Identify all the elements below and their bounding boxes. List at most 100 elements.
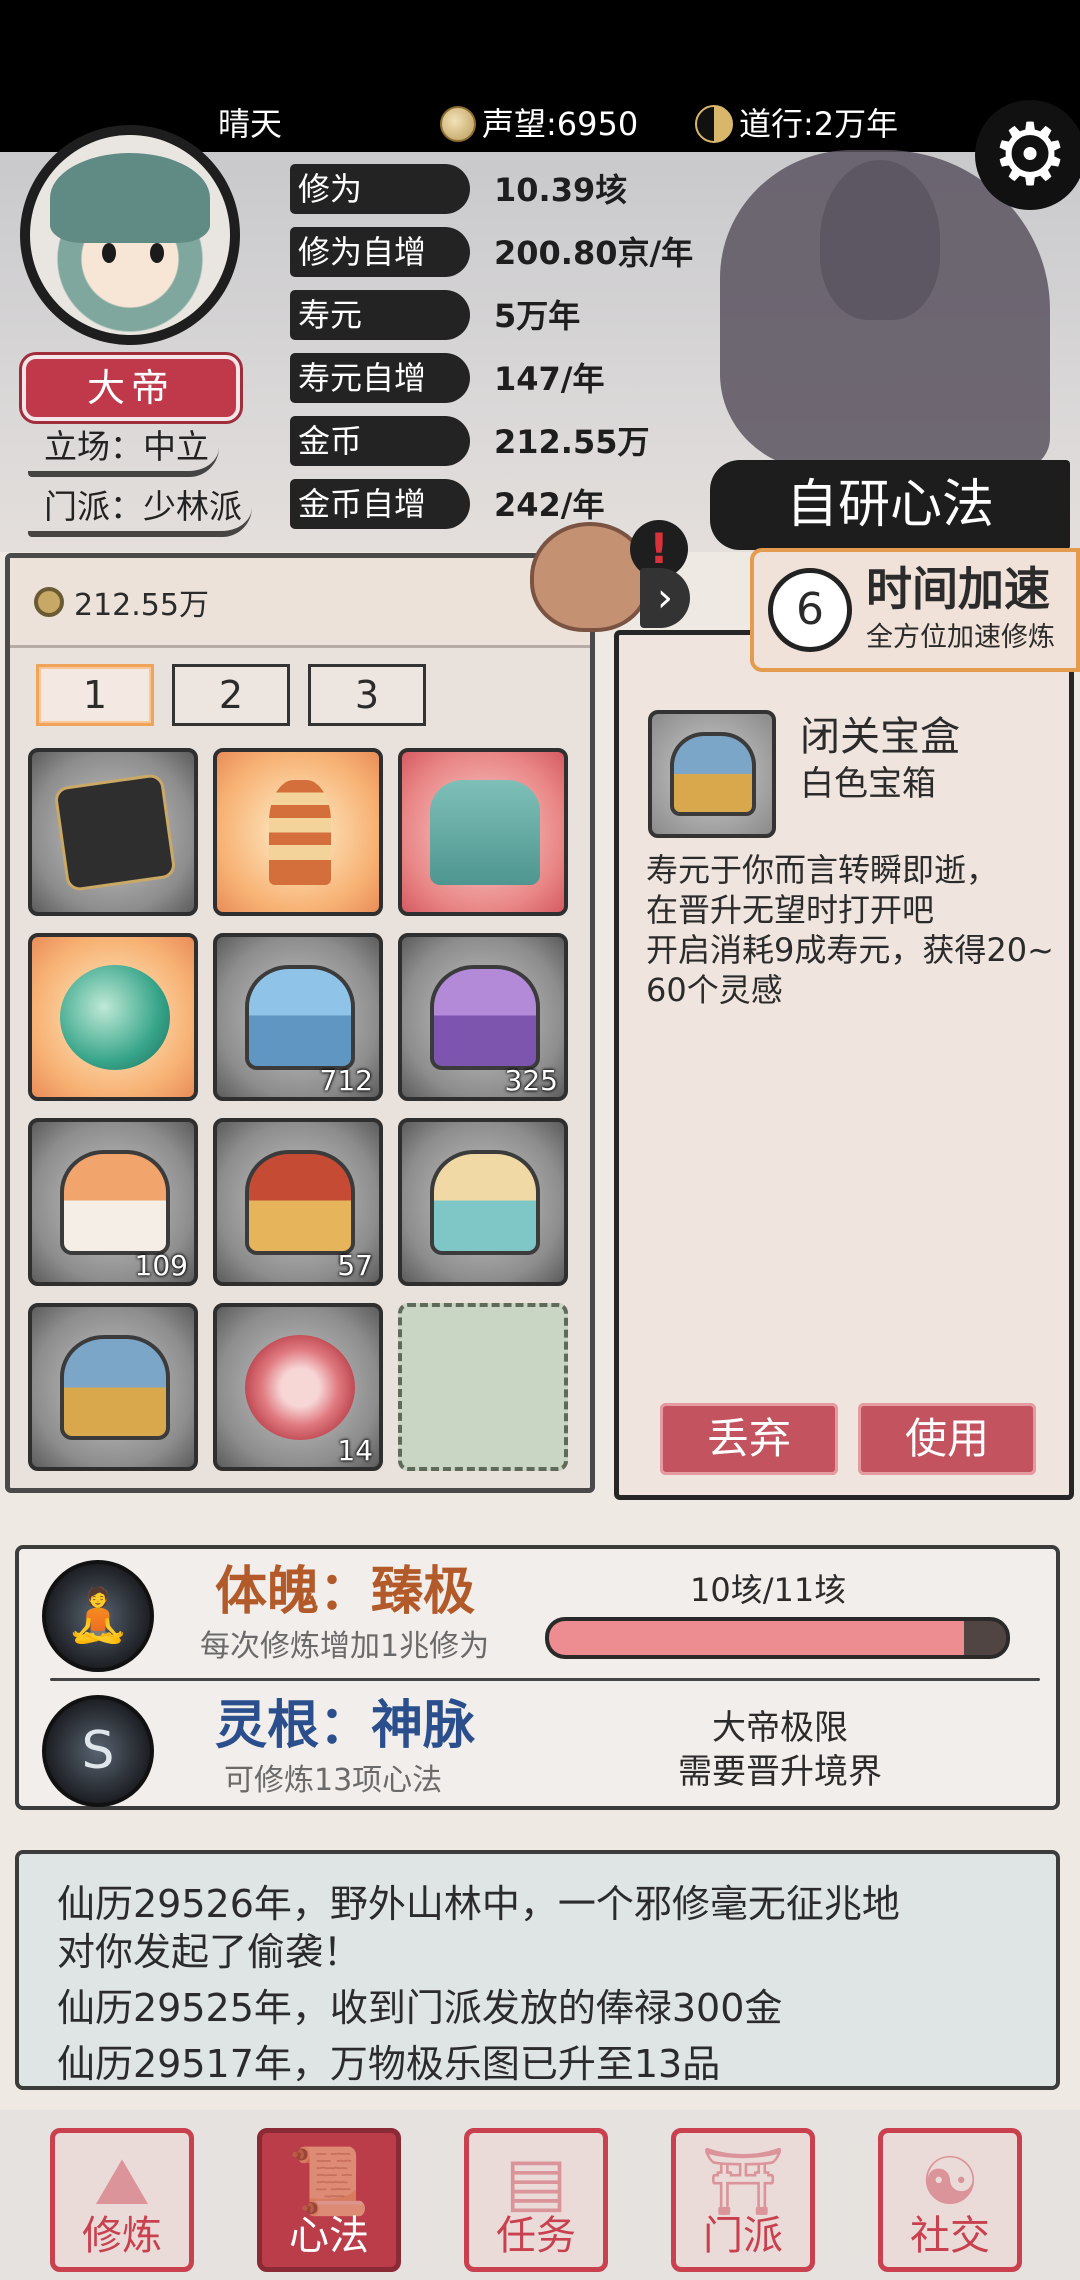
cultivator-silhouette-head — [820, 160, 940, 320]
reputation-display: 声望:6950 — [440, 102, 638, 146]
stat-value: 147/年 — [494, 360, 605, 398]
item-count: 325 — [504, 1064, 558, 1097]
stat-value: 200.80京/年 — [494, 234, 694, 272]
physique-progress-fill — [549, 1621, 965, 1655]
realm-limit-note: 大帝极限 需要晋升境界 — [678, 1708, 882, 1792]
gold-chest-icon — [430, 1150, 540, 1255]
stat-label: 修为自增 — [298, 233, 427, 271]
stat-label: 寿元 — [298, 296, 363, 334]
nav-social[interactable]: ☯ 社交 — [878, 2128, 1022, 2272]
stat-label: 寿元自增 — [298, 359, 427, 397]
nav-label: 修炼 — [82, 2213, 162, 2259]
orange-chest-icon — [60, 1150, 170, 1255]
inventory-slot[interactable] — [28, 748, 198, 916]
sect-label: 门派：少林派 — [28, 485, 252, 537]
event-log[interactable]: 仙历29526年，野外山林中，一个邪修毫无征兆地 对你发起了偷袭！ 仙历2952… — [15, 1850, 1060, 2090]
inventory-money: 212.55万 — [10, 558, 590, 648]
item-detail-icon — [648, 710, 776, 838]
inventory-slot[interactable]: 109 — [28, 1118, 198, 1286]
time-speedup-button[interactable]: 6 时间加速 全方位加速修炼 — [750, 548, 1080, 672]
inventory-slot[interactable]: 712 — [213, 933, 383, 1101]
inventory-money-value: 212.55万 — [74, 587, 209, 623]
stance-label: 立场：中立 — [28, 425, 219, 477]
reputation-coin-icon — [440, 106, 476, 142]
log-entry: 仙历29526年，野外山林中，一个邪修毫无征兆地 对你发起了偷袭！ — [57, 1882, 900, 1974]
physique-subtitle: 每次修炼增加1兆修为 — [200, 1629, 490, 1664]
inventory-slot[interactable] — [398, 748, 568, 916]
self-research-button[interactable]: 自研心法 — [710, 460, 1070, 550]
nav-tasks[interactable]: ▤ 任务 — [464, 2128, 608, 2272]
dao-display: 道行:2万年 — [695, 102, 898, 146]
spirit-root-subtitle: 可修炼13项心法 — [224, 1763, 443, 1798]
stat-row-cultivation: 修为 10.39垓 — [290, 162, 770, 216]
gear-icon: ⚙ — [991, 105, 1069, 205]
inventory-slot[interactable] — [28, 1303, 198, 1471]
spirit-root-icon: S — [42, 1695, 154, 1807]
avatar[interactable] — [20, 125, 240, 345]
stat-row-lifespan-gain: 寿元自增 147/年 — [290, 351, 770, 405]
purple-chest-icon — [430, 965, 540, 1070]
item-grade: 白色宝箱 — [800, 764, 936, 804]
avatar-eye-left — [102, 243, 116, 263]
nav-sect[interactable]: ⛩ 门派 — [671, 2128, 815, 2272]
blue-chest-icon — [245, 965, 355, 1070]
divider — [50, 1678, 1040, 1681]
use-button[interactable]: 使用 — [858, 1403, 1036, 1475]
stat-value: 242/年 — [494, 486, 605, 524]
item-name: 闭关宝盒 — [800, 714, 960, 760]
speedup-title: 时间加速 — [866, 562, 1050, 616]
inventory-slot[interactable]: 14 — [213, 1303, 383, 1471]
pagoda-icon — [269, 780, 331, 885]
stat-label: 修为 — [298, 170, 363, 208]
item-count: 109 — [134, 1249, 188, 1282]
stat-row-lifespan: 寿元 5万年 — [290, 288, 770, 342]
seclusion-chest-icon — [60, 1335, 170, 1440]
seclusion-chest-icon — [670, 732, 756, 816]
stat-row-gold: 金币 212.55万 — [290, 414, 770, 468]
item-count: 57 — [337, 1249, 373, 1282]
red-gold-chest-icon — [245, 1150, 355, 1255]
nav-label: 社交 — [910, 2213, 990, 2259]
robe-icon — [430, 780, 540, 885]
spirit-root-title: 灵根：神脉 — [215, 1696, 476, 1756]
physique-title: 体魄：臻极 — [215, 1562, 476, 1622]
inventory-slot[interactable] — [213, 748, 383, 916]
avatar-eye-right — [150, 243, 164, 263]
item-description: 寿元于你而言转瞬即逝， 在晋升无望时打开吧 开启消耗9成寿元，获得20~60个灵… — [646, 851, 1054, 1009]
inventory-page-tab-3[interactable]: 3 — [308, 664, 426, 726]
nav-cultivate[interactable]: ⛰ 修炼 — [50, 2128, 194, 2272]
stat-value: 10.39垓 — [494, 171, 628, 209]
weather-label: 晴天 — [218, 105, 283, 143]
stat-row-cultivation-gain: 修为自增 200.80京/年 — [290, 225, 770, 279]
discard-button[interactable]: 丢弃 — [660, 1403, 838, 1475]
physique-progress-bar — [545, 1617, 1010, 1659]
stat-value: 5万年 — [494, 297, 581, 335]
item-count: 712 — [319, 1064, 373, 1097]
speedup-subtitle: 全方位加速修炼 — [866, 622, 1055, 653]
jade-orb-icon — [60, 965, 170, 1070]
nav-label: 心法 — [289, 2213, 369, 2259]
chevron-right-icon[interactable]: › — [640, 568, 690, 628]
inventory-slot[interactable] — [28, 933, 198, 1101]
log-entry: 仙历29517年，万物极乐图已升至13品 — [57, 2042, 721, 2086]
stat-row-gold-gain: 金币自增 242/年 — [290, 477, 770, 531]
yin-yang-icon — [695, 105, 733, 143]
speedup-count: 6 — [768, 568, 852, 652]
copper-coin-icon — [34, 586, 64, 617]
empty-slot[interactable] — [398, 1303, 568, 1471]
stat-label: 金币 — [298, 422, 363, 460]
inventory-slot[interactable] — [398, 1118, 568, 1286]
log-entry: 仙历29525年，收到门派发放的俸禄300金 — [57, 1986, 783, 2030]
inventory-page-tab-1[interactable]: 1 — [36, 664, 154, 726]
inventory-slot[interactable]: 57 — [213, 1118, 383, 1286]
meditation-icon: 🧘 — [42, 1560, 154, 1672]
inventory-page-tab-2[interactable]: 2 — [172, 664, 290, 726]
inventory-slot[interactable]: 325 — [398, 933, 568, 1101]
item-count: 14 — [337, 1434, 373, 1467]
avatar-hair — [50, 153, 210, 243]
nav-label: 任务 — [496, 2213, 576, 2259]
manual-box-icon — [53, 772, 177, 893]
settings-button[interactable]: ⚙ — [975, 100, 1080, 210]
nav-techniques[interactable]: 📜 心法 — [257, 2128, 401, 2272]
nav-label: 门派 — [703, 2213, 783, 2259]
